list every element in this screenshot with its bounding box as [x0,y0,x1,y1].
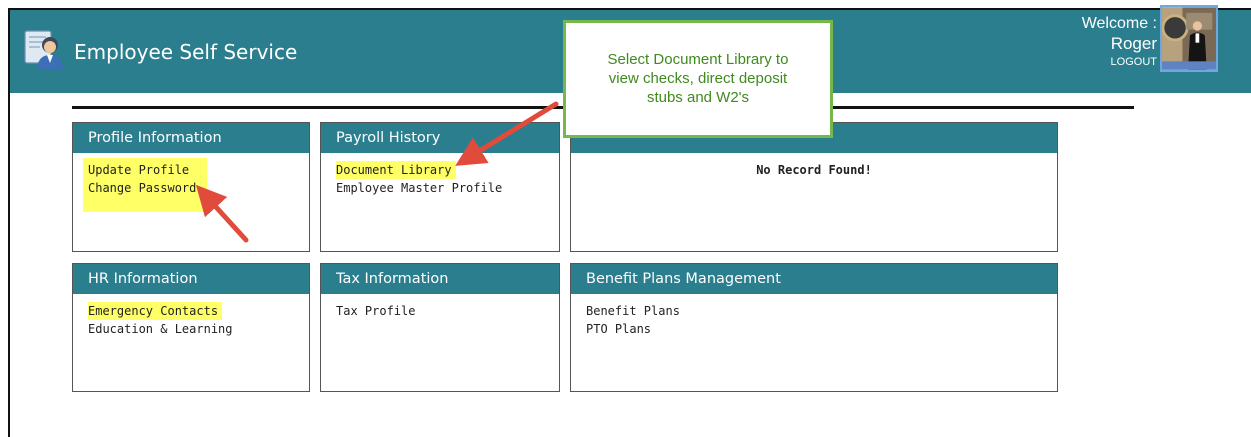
panel-title: Benefit Plans Management [571,264,1057,294]
benefit-plans-link[interactable]: Benefit Plans [586,302,680,320]
avatar[interactable] [1160,5,1218,72]
alerts-panel: No Record Found! [570,122,1058,252]
panel-body: Benefit Plans PTO Plans [571,294,1057,338]
no-record-message: No Record Found! [756,163,872,177]
panel-title: Payroll History [321,123,559,153]
document-library-link[interactable]: Document Library [336,161,456,179]
screenshot-frame: Employee Self Service Welcome : Roger LO… [0,0,1251,437]
panel-body: Tax Profile [321,294,559,320]
welcome-block: Welcome : Roger LOGOUT [1082,15,1157,69]
callout-line: stubs and W2's [646,89,750,106]
tax-information-panel: Tax Information Tax Profile [320,263,560,392]
panel-body: Emergency Contacts Education & Learning [73,294,309,338]
profile-information-panel: Profile Information Update Profile Chang… [72,122,310,252]
app-title: Employee Self Service [74,40,298,64]
panel-title: Profile Information [73,123,309,153]
panel-title: Tax Information [321,264,559,294]
tax-profile-link[interactable]: Tax Profile [336,302,415,320]
employee-master-profile-link[interactable]: Employee Master Profile [336,179,502,197]
update-profile-link[interactable]: Update Profile [88,161,189,179]
pto-plans-link[interactable]: PTO Plans [586,320,651,338]
employee-user-icon [24,30,63,69]
panel-body: Update Profile Change Password [73,153,309,212]
logout-link[interactable]: LOGOUT [1082,55,1157,69]
change-password-link[interactable]: Change Password [88,179,196,197]
callout-line: view checks, direct deposit [608,70,788,87]
payroll-history-panel: Payroll History Document Library Employe… [320,122,560,252]
hr-information-panel: HR Information Emergency Contacts Educat… [72,263,310,392]
callout-line: Select Document Library to [607,51,789,68]
user-name: Roger [1110,34,1157,53]
welcome-label: Welcome : [1081,15,1157,32]
emergency-contacts-link[interactable]: Emergency Contacts [88,302,223,320]
panel-title: HR Information [73,264,309,294]
education-learning-link[interactable]: Education & Learning [88,320,233,338]
benefit-plans-management-panel: Benefit Plans Management Benefit Plans P… [570,263,1058,392]
panel-body: Document Library Employee Master Profile [321,153,559,197]
annotation-callout: Select Document Library to view checks, … [563,20,833,138]
